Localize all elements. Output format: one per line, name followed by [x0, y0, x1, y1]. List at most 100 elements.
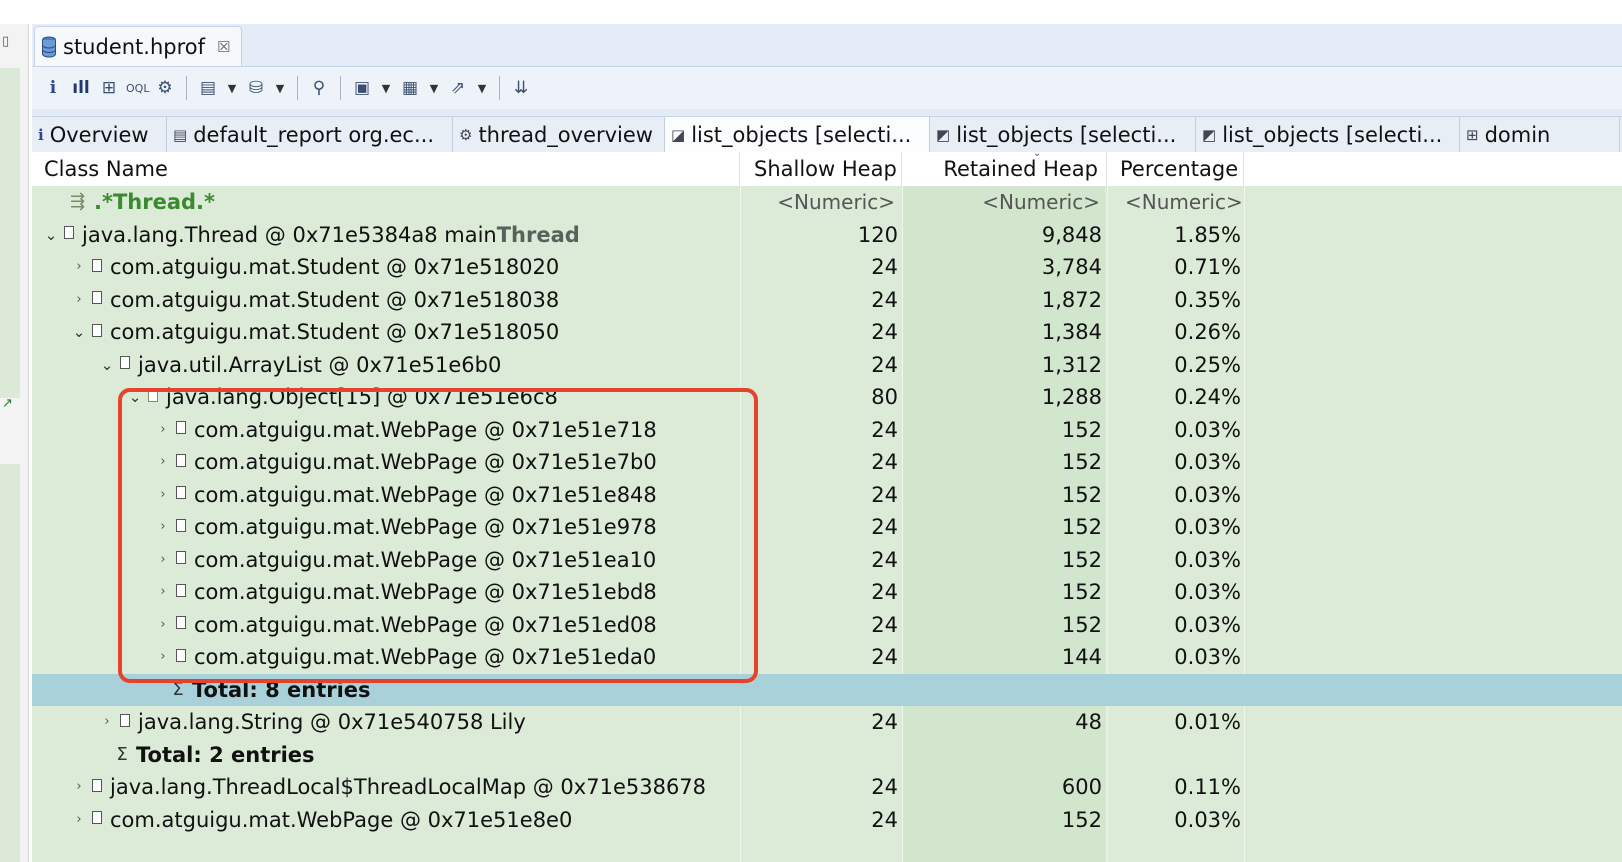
dropdown-arrow-icon[interactable]: ▼: [379, 82, 393, 95]
object-icon: [120, 713, 130, 727]
object-label: com.atguigu.mat.WebPage @ 0x71e51e7b0: [194, 450, 657, 474]
table-row[interactable]: ⌄ java.lang.Thread @ 0x71e5384a8 main Thr…: [32, 219, 1622, 252]
expand-arrow-icon[interactable]: ›: [152, 511, 174, 544]
expand-arrow-icon[interactable]: ›: [152, 609, 174, 642]
tab-list-objects-1[interactable]: ◪ list_objects [selecti...: [665, 117, 930, 152]
table-row[interactable]: › com.atguigu.mat.WebPage @ 0x71e51e848 24…: [32, 479, 1622, 512]
file-tab[interactable]: student.hprof ☒: [34, 26, 242, 66]
table-row[interactable]: ⌄ com.atguigu.mat.Student @ 0x71e518050 24…: [32, 316, 1622, 349]
total-row[interactable]: Σ Total: 8 entries: [32, 673, 1622, 707]
expand-arrow-icon[interactable]: ›: [68, 284, 90, 317]
shallow-heap-cell: 24: [871, 710, 898, 734]
dropdown-arrow-icon[interactable]: ▼: [475, 82, 489, 95]
expand-arrow-icon[interactable]: ›: [152, 641, 174, 674]
expanded-arrow-icon[interactable]: ⌄: [124, 381, 146, 414]
retained-heap-cell: 152: [1061, 612, 1102, 637]
expand-arrow-icon[interactable]: ›: [96, 706, 118, 739]
tab-thread-overview[interactable]: ⚙ thread_overview: [453, 117, 665, 152]
search-icon[interactable]: ⚲: [308, 78, 330, 98]
run-report-icon[interactable]: ▤: [197, 78, 219, 98]
table-row[interactable]: ⌄ java.util.ArrayList @ 0x71e51e6b0 24 1,31…: [32, 349, 1622, 382]
toolbar-separator: [186, 76, 187, 100]
filter-retained[interactable]: <Numeric>: [902, 186, 1100, 219]
dropdown-arrow-icon[interactable]: ▼: [427, 82, 441, 95]
table-row[interactable]: › com.atguigu.mat.WebPage @ 0x71e51e978 24…: [32, 511, 1622, 544]
dropdown-arrow-icon[interactable]: ▼: [225, 82, 239, 95]
object-label: java.lang.Object[15] @ 0x71e51e6c8: [166, 385, 558, 409]
filter-percentage[interactable]: <Numeric>: [1125, 186, 1243, 219]
tab-list-objects-3[interactable]: ◩ list_objects [selecti...: [1196, 117, 1460, 152]
table-row[interactable]: › java.lang.String @ 0x71e540758 Lily 24 48…: [32, 706, 1622, 739]
column-header-percentage[interactable]: Percentage: [1107, 152, 1244, 186]
table-row[interactable]: › com.atguigu.mat.WebPage @ 0x71e51ebd8 24…: [32, 576, 1622, 609]
expand-arrow-icon[interactable]: ›: [68, 771, 90, 804]
class-name-cell: › com.atguigu.mat.WebPage @ 0x71e51eda0: [152, 641, 656, 674]
object-label: Total: 2 entries: [136, 742, 315, 767]
tab-label: list_objects [selecti...: [691, 122, 912, 147]
object-label: java.util.ArrayList @ 0x71e51e6b0: [138, 352, 502, 377]
query-browser-icon[interactable]: ⛁: [245, 78, 267, 98]
table-row[interactable]: › com.atguigu.mat.WebPage @ 0x71e51e7b0 24…: [32, 446, 1622, 479]
class-name-cell: › com.atguigu.mat.WebPage @ 0x71e51ed08: [152, 609, 656, 642]
tab-dominator-tree[interactable]: ⊞ domin: [1460, 117, 1620, 152]
retained-heap-cell: 144: [1061, 645, 1102, 669]
info-icon[interactable]: i: [42, 78, 64, 98]
expanded-arrow-icon[interactable]: ⌄: [68, 316, 90, 349]
info-icon: i: [38, 125, 44, 144]
table-row[interactable]: › com.atguigu.mat.Student @ 0x71e518038 24…: [32, 284, 1622, 317]
object-icon: [92, 811, 102, 825]
close-tab-icon[interactable]: ☒: [217, 38, 230, 56]
dropdown-arrow-icon[interactable]: ▼: [273, 82, 287, 95]
expanded-arrow-icon[interactable]: ⌄: [40, 219, 62, 252]
total-row[interactable]: Σ Total: 2 entries: [32, 739, 1622, 772]
class-name-cell: Σ Total: 8 entries: [152, 674, 371, 707]
thread-overview-icon[interactable]: ⚙: [154, 78, 176, 98]
expand-arrow-icon[interactable]: ›: [152, 479, 174, 512]
filter-row[interactable]: ⇶ .*Thread.* <Numeric> <Numeric> <Numeri…: [32, 186, 1622, 219]
group-by-icon[interactable]: ▣: [351, 78, 373, 98]
histogram-icon[interactable]: ıll: [70, 78, 92, 98]
dominator-tree-icon[interactable]: ⊞: [98, 78, 120, 98]
expand-arrow-icon[interactable]: ›: [152, 576, 174, 609]
table-row[interactable]: › com.atguigu.mat.Student @ 0x71e518020 24…: [32, 251, 1622, 284]
column-header-shallow-heap[interactable]: Shallow Heap: [740, 152, 902, 186]
table-row[interactable]: › com.atguigu.mat.WebPage @ 0x71e51e8e0 24…: [32, 804, 1622, 837]
expand-arrow-icon[interactable]: ›: [152, 544, 174, 577]
tab-overview[interactable]: i Overview: [32, 117, 167, 152]
pin-icon[interactable]: ⇊: [510, 78, 532, 98]
calculate-icon[interactable]: ▦: [399, 78, 421, 98]
table-row[interactable]: › com.atguigu.mat.WebPage @ 0x71e51ea10 24…: [32, 544, 1622, 577]
left-panel-strip: [0, 464, 20, 862]
table-row[interactable]: › com.atguigu.mat.WebPage @ 0x71e51eda0 24…: [32, 641, 1622, 674]
tab-default-report[interactable]: ▤ default_report org.ec...: [167, 117, 453, 152]
expand-arrow-icon[interactable]: ›: [68, 251, 90, 284]
object-icon: [92, 291, 102, 305]
object-icon: [148, 388, 158, 402]
object-label: com.atguigu.mat.WebPage @ 0x71e51e718: [194, 417, 657, 442]
expand-arrow-icon[interactable]: ›: [152, 446, 174, 479]
tab-list-objects-2[interactable]: ◩ list_objects [selecti...: [930, 117, 1196, 152]
expanded-arrow-icon[interactable]: ⌄: [96, 349, 118, 382]
filter-class-name[interactable]: .*Thread.*: [94, 186, 215, 219]
table-row[interactable]: › java.lang.ThreadLocal$ThreadLocalMap @ …: [32, 771, 1622, 804]
percentage-cell: 0.03%: [1174, 807, 1241, 832]
filter-shallow[interactable]: <Numeric>: [740, 186, 895, 219]
expand-arrow-icon[interactable]: ›: [68, 804, 90, 837]
column-header-class-name[interactable]: Class Name: [32, 152, 740, 186]
oql-icon[interactable]: OQL: [126, 82, 149, 95]
percentage-cell: 0.11%: [1174, 775, 1241, 799]
export-icon[interactable]: ⇗: [447, 78, 469, 98]
expand-arrow-icon[interactable]: ›: [152, 414, 174, 447]
object-label: com.atguigu.mat.WebPage @ 0x71e51ea10: [194, 547, 657, 572]
thread-object-icon: [64, 226, 74, 240]
object-tree-table: Class Name Shallow Heap Retained Heap Pe…: [32, 152, 1622, 862]
table-row[interactable]: › com.atguigu.mat.WebPage @ 0x71e51e718 24…: [32, 414, 1622, 447]
retained-heap-cell: 3,784: [1041, 255, 1102, 279]
retained-heap-cell: 152: [1061, 482, 1102, 507]
object-icon: [176, 518, 186, 532]
list-objects-icon: ◩: [1202, 125, 1217, 144]
table-row[interactable]: ⌄ java.lang.Object[15] @ 0x71e51e6c8 80 1,2…: [32, 381, 1622, 414]
object-label: Total: 8 entries: [192, 677, 371, 702]
table-row[interactable]: › com.atguigu.mat.WebPage @ 0x71e51ed08 24…: [32, 609, 1622, 642]
column-header-retained-heap[interactable]: Retained Heap: [902, 152, 1107, 186]
